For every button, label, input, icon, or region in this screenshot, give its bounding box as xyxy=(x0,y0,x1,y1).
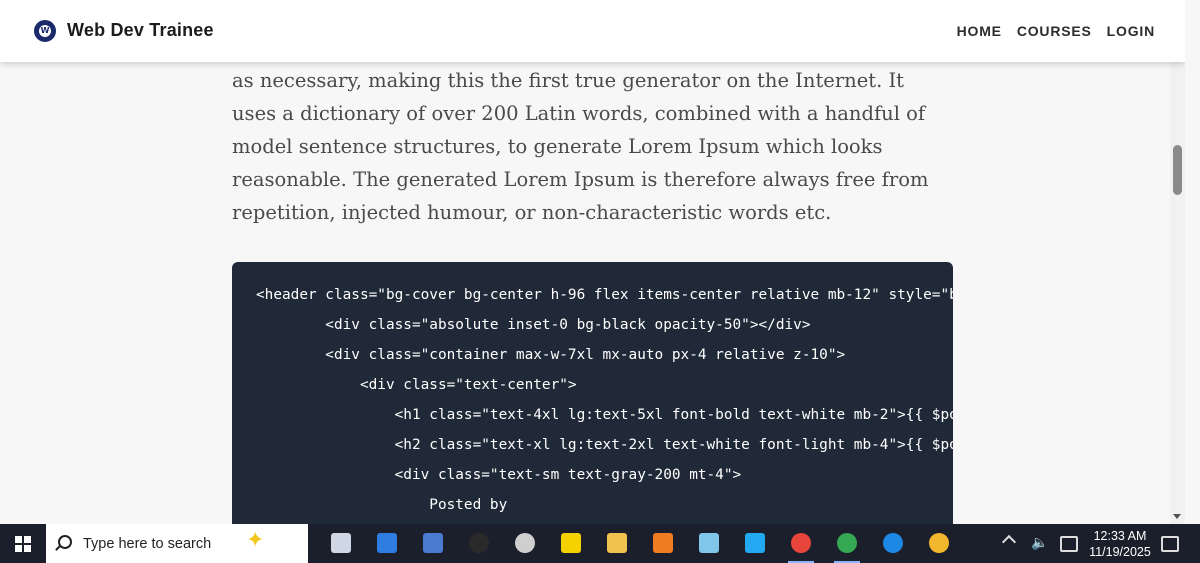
article-body: as necessary, making this the first true… xyxy=(232,64,952,229)
site-logo-icon[interactable]: W xyxy=(34,20,56,42)
clock-time: 12:33 AM xyxy=(1093,529,1147,543)
scrollbar-thumb[interactable] xyxy=(1173,145,1182,195)
vs-code-icon-glyph xyxy=(745,533,765,553)
nav-home-link[interactable]: HOME xyxy=(957,23,1002,39)
chrome-profile-icon[interactable] xyxy=(824,524,870,563)
media-app-icon-glyph xyxy=(423,533,443,553)
system-tray: 🔈 12:33 AM 11/19/2025 xyxy=(1000,524,1200,563)
night-app-icon[interactable] xyxy=(916,524,962,563)
volume-icon[interactable]: 🔈 xyxy=(1031,535,1048,551)
taskbar-search-box[interactable]: Type here to search ✦ xyxy=(46,524,308,563)
brand-title[interactable]: Web Dev Trainee xyxy=(67,20,214,41)
show-hidden-icons-chevron-icon[interactable] xyxy=(1001,534,1017,550)
night-app-icon-glyph xyxy=(929,533,949,553)
network-icon[interactable] xyxy=(1060,536,1078,552)
code-line: Posted by xyxy=(256,497,508,513)
code-line: <div class="container max-w-7xl mx-auto … xyxy=(256,347,846,363)
help-icon-glyph xyxy=(883,533,903,553)
microsoft-store-icon[interactable] xyxy=(364,524,410,563)
file-explorer-icon-glyph xyxy=(607,533,627,553)
page-scrollbar[interactable] xyxy=(1170,0,1185,524)
clock-app-icon-glyph xyxy=(515,533,535,553)
settings-app-icon-glyph xyxy=(469,533,489,553)
logo-letter: W xyxy=(39,25,51,37)
clock-date: 11/19/2025 xyxy=(1089,545,1151,559)
search-placeholder: Type here to search xyxy=(83,536,212,552)
code-line: <h2 class="text-xl lg:text-2xl text-whit… xyxy=(256,437,953,453)
microsoft-store-icon-glyph xyxy=(377,533,397,553)
taskbar-app-icons xyxy=(318,524,962,563)
chrome-icon-glyph xyxy=(791,533,811,553)
notepad-icon-glyph xyxy=(699,533,719,553)
main-nav: HOME COURSES LOGIN xyxy=(957,23,1155,39)
file-explorer-icon[interactable] xyxy=(594,524,640,563)
code-line: <h1 class="text-4xl lg:text-5xl font-bol… xyxy=(256,407,953,423)
xampp-icon-glyph xyxy=(653,533,673,553)
code-line: <div class="text-sm text-gray-200 mt-4"> xyxy=(256,467,742,483)
nav-login-link[interactable]: LOGIN xyxy=(1107,23,1155,39)
sticky-notes-icon-glyph xyxy=(561,533,581,553)
windows-logo-icon xyxy=(15,536,31,552)
article-paragraph: as necessary, making this the first true… xyxy=(232,69,929,224)
media-app-icon[interactable] xyxy=(410,524,456,563)
chrome-profile-icon-glyph xyxy=(837,533,857,553)
taskbar-clock[interactable]: 12:33 AM 11/19/2025 xyxy=(1084,528,1156,560)
search-highlight-icon[interactable]: ✦ xyxy=(246,528,264,553)
search-icon xyxy=(58,535,72,549)
task-view-icon[interactable] xyxy=(318,524,364,563)
sticky-notes-icon[interactable] xyxy=(548,524,594,563)
notepad-icon[interactable] xyxy=(686,524,732,563)
code-line: <div class="text-center"> xyxy=(256,377,577,393)
scroll-down-arrow-icon[interactable] xyxy=(1173,514,1181,519)
start-button[interactable] xyxy=(0,524,45,563)
task-view-icon-glyph xyxy=(331,533,351,553)
web-page: W Web Dev Trainee HOME COURSES LOGIN as … xyxy=(0,0,1185,524)
notifications-icon[interactable] xyxy=(1161,536,1179,552)
chrome-icon[interactable] xyxy=(778,524,824,563)
code-line: <header class="bg-cover bg-center h-96 f… xyxy=(256,287,953,303)
xampp-icon[interactable] xyxy=(640,524,686,563)
code-line: <div class="absolute inset-0 bg-black op… xyxy=(256,317,811,333)
windows-taskbar: Type here to search ✦ 🔈 12:33 AM 11/19/2… xyxy=(0,524,1200,563)
code-block: <header class="bg-cover bg-center h-96 f… xyxy=(232,262,953,524)
vs-code-icon[interactable] xyxy=(732,524,778,563)
settings-app-icon[interactable] xyxy=(456,524,502,563)
site-header: W Web Dev Trainee HOME COURSES LOGIN xyxy=(0,0,1185,62)
nav-courses-link[interactable]: COURSES xyxy=(1017,23,1092,39)
clock-app-icon[interactable] xyxy=(502,524,548,563)
help-icon[interactable] xyxy=(870,524,916,563)
code-content: <header class="bg-cover bg-center h-96 f… xyxy=(232,262,953,520)
